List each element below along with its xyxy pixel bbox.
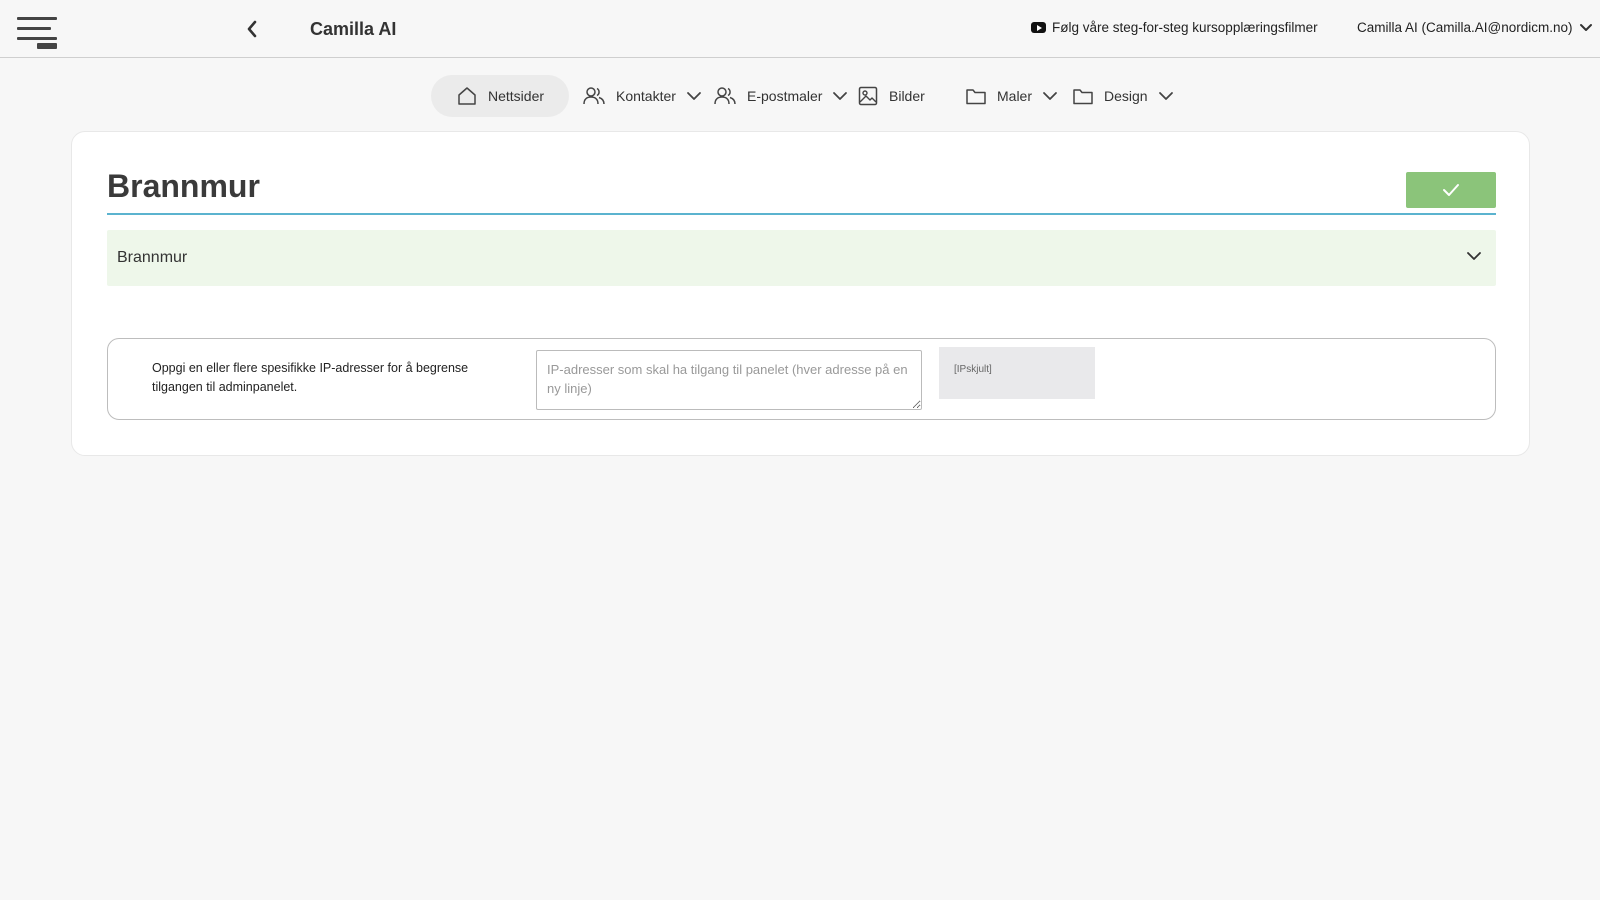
image-icon: [858, 86, 878, 106]
ip-address-input[interactable]: [536, 350, 922, 410]
nav-item-design[interactable]: Design: [1072, 75, 1174, 117]
nav-item-label: Bilder: [889, 88, 925, 104]
nav-item-label: Kontakter: [616, 88, 676, 104]
tutorial-link[interactable]: Følg våre steg-for-steg kursopplæringsfi…: [1031, 20, 1318, 35]
nav-item-label: Maler: [997, 88, 1033, 104]
title-underline: [107, 213, 1496, 215]
chevron-down-icon: [687, 92, 701, 100]
chevron-down-icon: [1043, 92, 1057, 100]
main-nav: Nettsider Kontakter E-postmaler Bilder M…: [0, 75, 1600, 119]
users-icon: [714, 87, 736, 105]
nav-item-bilder[interactable]: Bilder: [857, 75, 925, 117]
ip-hidden-field: [IPskjult]: [939, 347, 1095, 399]
back-button[interactable]: [240, 16, 264, 42]
nav-item-e-postmaler[interactable]: E-postmaler: [713, 75, 848, 117]
app-title: Camilla AI: [310, 19, 397, 39]
firewall-accordion[interactable]: Brannmur: [107, 230, 1496, 286]
chevron-down-icon: [833, 92, 848, 100]
accordion-label: Brannmur: [117, 249, 188, 266]
users-icon: [583, 87, 605, 105]
nav-item-maler[interactable]: Maler: [965, 75, 1058, 117]
nav-item-nettsider[interactable]: Nettsider: [431, 75, 570, 117]
chevron-down-icon: [1467, 252, 1481, 260]
top-bar: Camilla AI Følg våre steg-for-steg kurso…: [0, 0, 1600, 58]
user-menu[interactable]: Camilla AI (Camilla.AI@nordicm.no): [1357, 20, 1593, 35]
page-title: Brannmur: [107, 168, 260, 204]
nav-item-label: Nettsider: [488, 88, 545, 104]
chevron-left-icon: [247, 20, 257, 38]
folder-icon: [966, 89, 986, 105]
user-name: Camilla AI (Camilla.AI@nordicm.no): [1357, 20, 1573, 35]
save-button[interactable]: [1406, 172, 1496, 208]
nav-item-label: Design: [1104, 88, 1148, 104]
home-icon: [458, 87, 476, 105]
nav-item-label: E-postmaler: [747, 88, 823, 104]
menu-icon[interactable]: [17, 17, 59, 53]
ip-restriction-panel: Oppgi en eller flere spesifikke IP-adres…: [107, 338, 1496, 420]
nav-item-kontakter[interactable]: Kontakter: [582, 75, 702, 117]
youtube-icon: [1031, 22, 1046, 33]
ip-restriction-label: Oppgi en eller flere spesifikke IP-adres…: [152, 361, 469, 394]
check-icon: [1443, 184, 1459, 196]
chevron-down-icon: [1158, 92, 1173, 100]
chevron-down-icon: [1579, 23, 1592, 31]
folder-icon: [1073, 89, 1093, 105]
content-card: Brannmur Brannmur Oppgi en eller flere s…: [71, 131, 1530, 456]
tutorial-link-label: Følg våre steg-for-steg kursopplæringsfi…: [1052, 20, 1318, 35]
